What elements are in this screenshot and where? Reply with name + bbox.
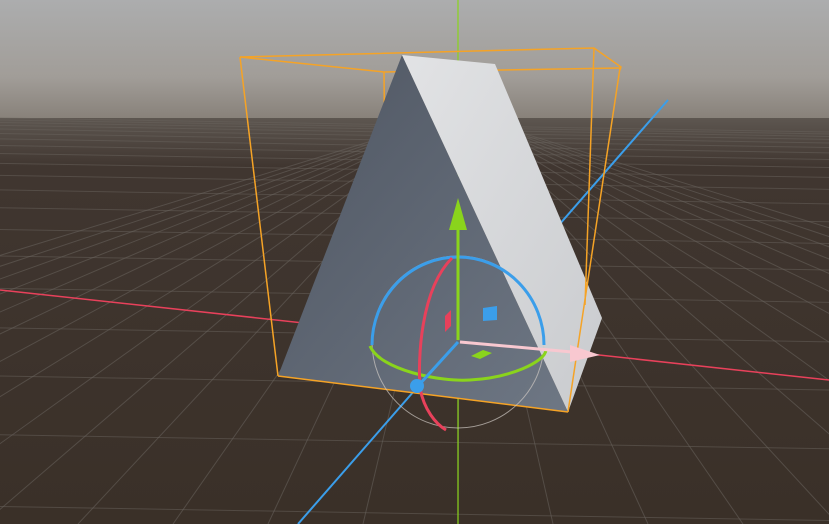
viewport-canvas[interactable] <box>0 0 829 524</box>
plane-xy-handle[interactable] <box>483 306 497 321</box>
3d-viewport[interactable] <box>0 0 829 524</box>
move-z-arrow[interactable] <box>410 379 424 393</box>
